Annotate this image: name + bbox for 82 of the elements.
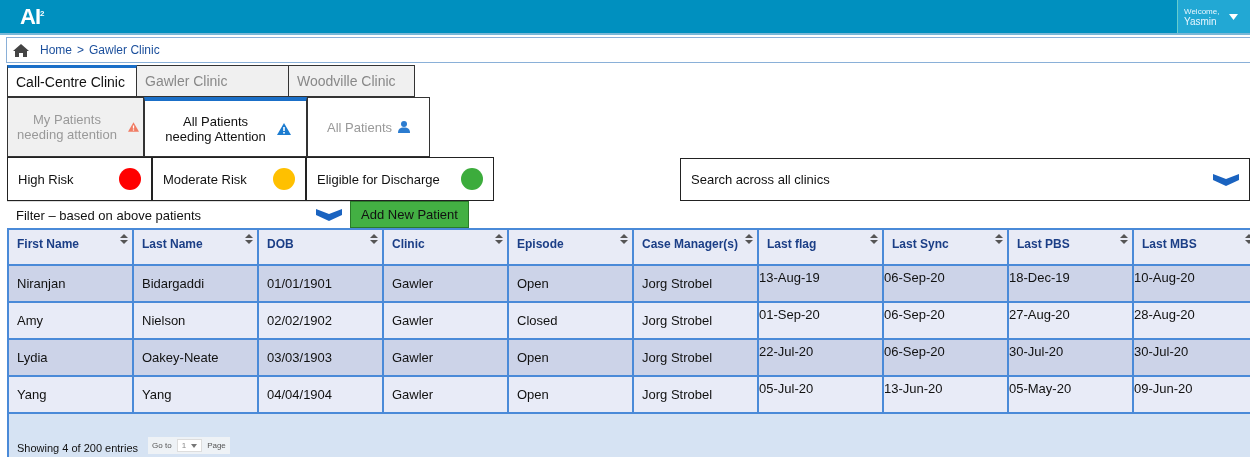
table-cell: Gawler — [384, 377, 509, 414]
sort-icon — [245, 234, 253, 244]
table-cell: 22-Jul-20 — [759, 340, 884, 377]
column-header[interactable]: First Name — [9, 228, 134, 266]
table-cell: 05-May-20 — [1009, 377, 1134, 414]
table-cell: 06-Sep-20 — [884, 303, 1009, 340]
page-label: Page — [207, 441, 226, 450]
table-cell: 02/02/1902 — [259, 303, 384, 340]
caret-icon — [191, 443, 198, 448]
table-cell: Closed — [509, 303, 634, 340]
table-cell: 30-Jul-20 — [1134, 340, 1250, 377]
table-cell: 13-Aug-19 — [759, 266, 884, 303]
legend-label: High Risk — [18, 171, 74, 187]
sort-icon — [620, 234, 628, 244]
breadcrumb-separator: > — [77, 43, 85, 57]
column-header[interactable]: Episode — [509, 228, 634, 266]
table-cell: 28-Aug-20 — [1134, 303, 1250, 340]
column-header[interactable]: Last Name — [134, 228, 259, 266]
table-cell: Jorg Strobel — [634, 377, 759, 414]
table-cell: Oakey-Neate — [134, 340, 259, 377]
column-header[interactable]: Last PBS — [1009, 228, 1134, 266]
patient-tab[interactable]: All Patients needing Attention — [144, 97, 307, 157]
table-cell: Gawler — [384, 340, 509, 377]
table-cell: Nielson — [134, 303, 259, 340]
column-header[interactable]: Last flag — [759, 228, 884, 266]
table-cell: Jorg Strobel — [634, 340, 759, 377]
table-cell: Yang — [9, 377, 134, 414]
table-cell: 30-Jul-20 — [1009, 340, 1134, 377]
table-cell: Jorg Strobel — [634, 303, 759, 340]
column-header[interactable]: DOB — [259, 228, 384, 266]
table-cell: Bidargaddi — [134, 266, 259, 303]
sort-icon — [495, 234, 503, 244]
warning-icon — [128, 121, 139, 133]
chevron-down-icon — [316, 209, 342, 221]
legend-label: Eligible for Discharge — [317, 171, 440, 187]
table-cell: 03/03/1903 — [259, 340, 384, 377]
table-cell: Lydia — [9, 340, 134, 377]
sort-icon — [870, 234, 878, 244]
caret-icon — [1229, 13, 1239, 20]
table-cell: 01-Sep-20 — [759, 303, 884, 340]
sort-icon — [745, 234, 753, 244]
table-cell: Amy — [9, 303, 134, 340]
table-cell: Gawler — [384, 266, 509, 303]
table-cell: 05-Jul-20 — [759, 377, 884, 414]
table-cell: 06-Sep-20 — [884, 266, 1009, 303]
table-cell: 13-Jun-20 — [884, 377, 1009, 414]
table-cell: Niranjan — [9, 266, 134, 303]
sort-icon — [370, 234, 378, 244]
goto-label: Go to — [152, 441, 172, 450]
breadcrumb-link[interactable]: Gawler Clinic — [89, 43, 160, 57]
table-cell: 18-Dec-19 — [1009, 266, 1134, 303]
legend-label: Moderate Risk — [163, 171, 247, 187]
table-cell: Open — [509, 377, 634, 414]
add-patient-button[interactable]: Add New Patient — [350, 201, 469, 228]
column-header[interactable]: Clinic — [384, 228, 509, 266]
column-header[interactable]: Case Manager(s) — [634, 228, 759, 266]
table-cell: Yang — [134, 377, 259, 414]
search-field[interactable]: Search across all clinics — [680, 158, 1250, 201]
table-cell: 04/04/1904 — [259, 377, 384, 414]
table-cell: Open — [509, 340, 634, 377]
logo: AI$^{2}$ — [20, 3, 44, 30]
warning-icon — [276, 122, 291, 135]
home-icon[interactable] — [13, 43, 29, 57]
entries-count: Showing 4 of 200 entries — [17, 442, 139, 454]
column-header[interactable]: Last MBS — [1134, 228, 1250, 266]
table-cell: 09-Jun-20 — [1134, 377, 1250, 414]
breadcrumb-link[interactable]: Home — [40, 43, 72, 57]
chevron-down-icon — [1213, 173, 1239, 186]
column-header[interactable]: Last Sync — [884, 228, 1009, 266]
sort-icon — [120, 234, 128, 244]
table-cell: 10-Aug-20 — [1134, 266, 1250, 303]
sort-icon — [995, 234, 1003, 244]
table-cell: 27-Aug-20 — [1009, 303, 1134, 340]
table-cell: 01/01/1901 — [259, 266, 384, 303]
table-cell: 06-Sep-20 — [884, 340, 1009, 377]
person-icon — [398, 121, 410, 133]
clinic-tab[interactable]: Call-Centre Clinic — [7, 65, 137, 97]
page-select[interactable]: 1 — [176, 439, 203, 452]
table-cell: Open — [509, 266, 634, 303]
table-cell: Jorg Strobel — [634, 266, 759, 303]
table-cell: Gawler — [384, 303, 509, 340]
sort-icon — [1120, 234, 1128, 244]
